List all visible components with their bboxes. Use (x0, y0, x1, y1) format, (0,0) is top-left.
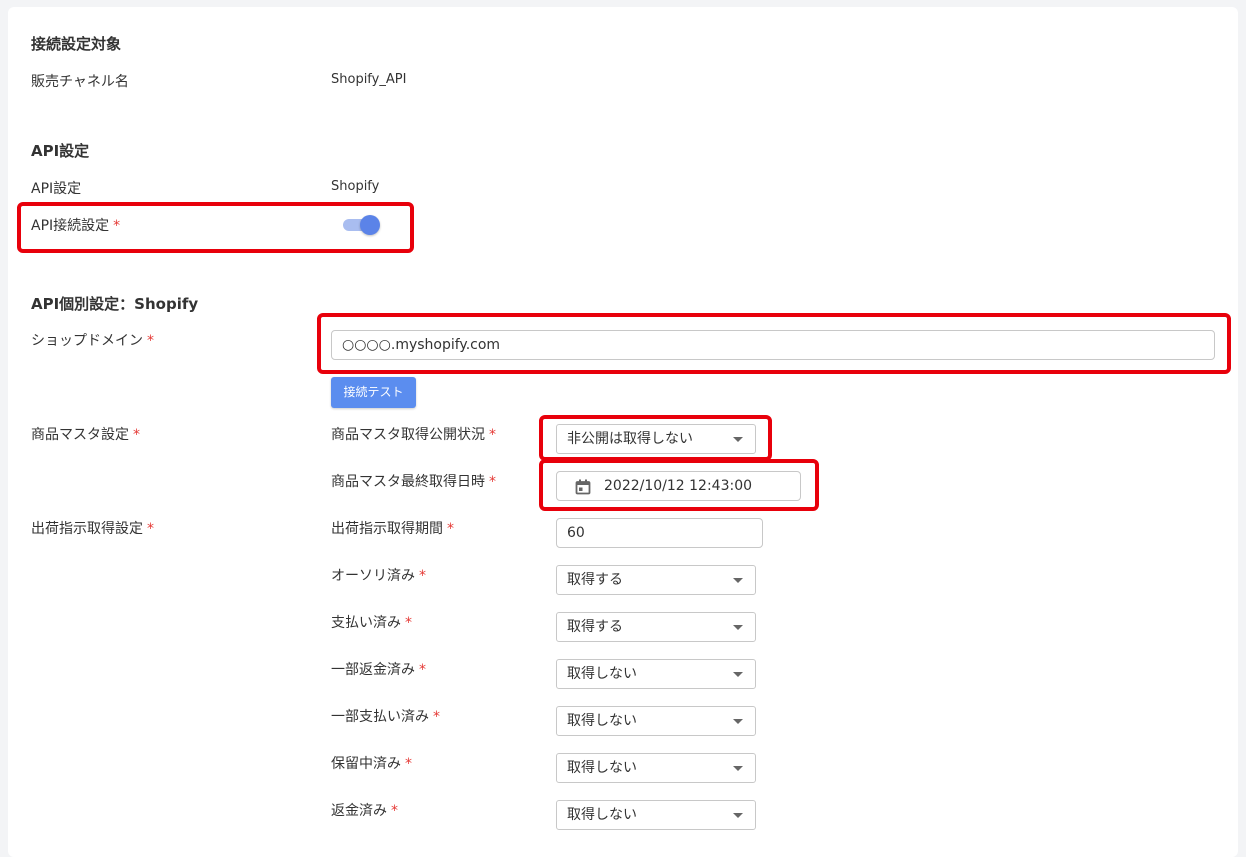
required-mark: * (405, 756, 412, 772)
shipping-period-label-text: 出荷指示取得期間 (331, 521, 443, 537)
required-mark: * (147, 521, 154, 537)
required-mark: * (133, 427, 140, 443)
required-mark: * (419, 662, 426, 678)
shipping-period-label: 出荷指示取得期間 * (331, 518, 454, 538)
shipping-settings-label: 出荷指示取得設定 * (31, 518, 154, 538)
order-status-label: 保留中済み * (331, 753, 412, 773)
product-master-label-text: 商品マスタ設定 (31, 427, 129, 443)
product-master-label: 商品マスタ設定 * (31, 424, 140, 444)
chevron-down-icon (733, 672, 743, 677)
required-mark: * (391, 803, 398, 819)
required-mark: * (405, 615, 412, 631)
required-mark: * (419, 568, 426, 584)
section-title-target: 接続設定対象 (31, 35, 122, 53)
shipping-settings-label-text: 出荷指示取得設定 (31, 521, 143, 537)
shop-domain-label-text: ショップドメイン (31, 333, 143, 349)
highlight-box-publish-status (539, 415, 772, 461)
section-title-api: API設定 (31, 142, 90, 160)
section-title-individual: API個別設定：Shopify (31, 295, 199, 313)
order-status-label-text: 支払い済み (331, 615, 401, 631)
channel-name-value: Shopify_API (331, 72, 407, 87)
order-status-select[interactable]: 取得しない (556, 753, 756, 783)
order-status-value: 取得しない (567, 713, 637, 729)
connection-test-button[interactable]: 接続テスト (331, 377, 416, 408)
order-status-value: 取得する (567, 572, 623, 588)
last-fetch-label: 商品マスタ最終取得日時 * (331, 471, 496, 491)
channel-name-label: 販売チャネル名 (31, 74, 129, 90)
order-status-label: 一部支払い済み * (331, 706, 440, 726)
chevron-down-icon (733, 813, 743, 818)
required-mark: * (147, 333, 154, 349)
required-mark: * (433, 709, 440, 725)
order-status-label: 返金済み * (331, 800, 398, 820)
order-status-label-text: 保留中済み (331, 756, 401, 772)
order-status-label-text: 一部返金済み (331, 662, 415, 678)
chevron-down-icon (733, 625, 743, 630)
chevron-down-icon (733, 766, 743, 771)
required-mark: * (489, 474, 496, 490)
shipping-period-input[interactable]: 60 (556, 518, 763, 548)
shop-domain-label: ショップドメイン * (31, 330, 154, 350)
order-status-value: 取得しない (567, 807, 637, 823)
order-status-select[interactable]: 取得する (556, 565, 756, 595)
order-status-value: 取得しない (567, 666, 637, 682)
order-status-select[interactable]: 取得しない (556, 659, 756, 689)
publish-status-label: 商品マスタ取得公開状況 * (331, 424, 496, 444)
order-status-label-text: 返金済み (331, 803, 387, 819)
order-status-select[interactable]: 取得する (556, 612, 756, 642)
publish-status-label-text: 商品マスタ取得公開状況 (331, 427, 485, 443)
highlight-box-connection (17, 202, 414, 253)
highlight-box-last-fetch (539, 459, 819, 511)
order-status-select[interactable]: 取得しない (556, 706, 756, 736)
order-status-label-text: オーソリ済み (331, 568, 415, 584)
order-status-value: 取得する (567, 619, 623, 635)
required-mark: * (447, 521, 454, 537)
chevron-down-icon (733, 719, 743, 724)
order-status-label-text: 一部支払い済み (331, 709, 429, 725)
order-status-value: 取得しない (567, 760, 637, 776)
highlight-box-domain (317, 313, 1231, 374)
api-setting-value: Shopify (331, 179, 380, 194)
order-status-label: 一部返金済み * (331, 659, 426, 679)
order-status-label: 支払い済み * (331, 612, 412, 632)
chevron-down-icon (733, 578, 743, 583)
last-fetch-label-text: 商品マスタ最終取得日時 (331, 474, 485, 490)
order-status-label: オーソリ済み * (331, 565, 426, 585)
api-setting-label: API設定 (31, 181, 82, 197)
required-mark: * (489, 427, 496, 443)
order-status-select[interactable]: 取得しない (556, 800, 756, 830)
